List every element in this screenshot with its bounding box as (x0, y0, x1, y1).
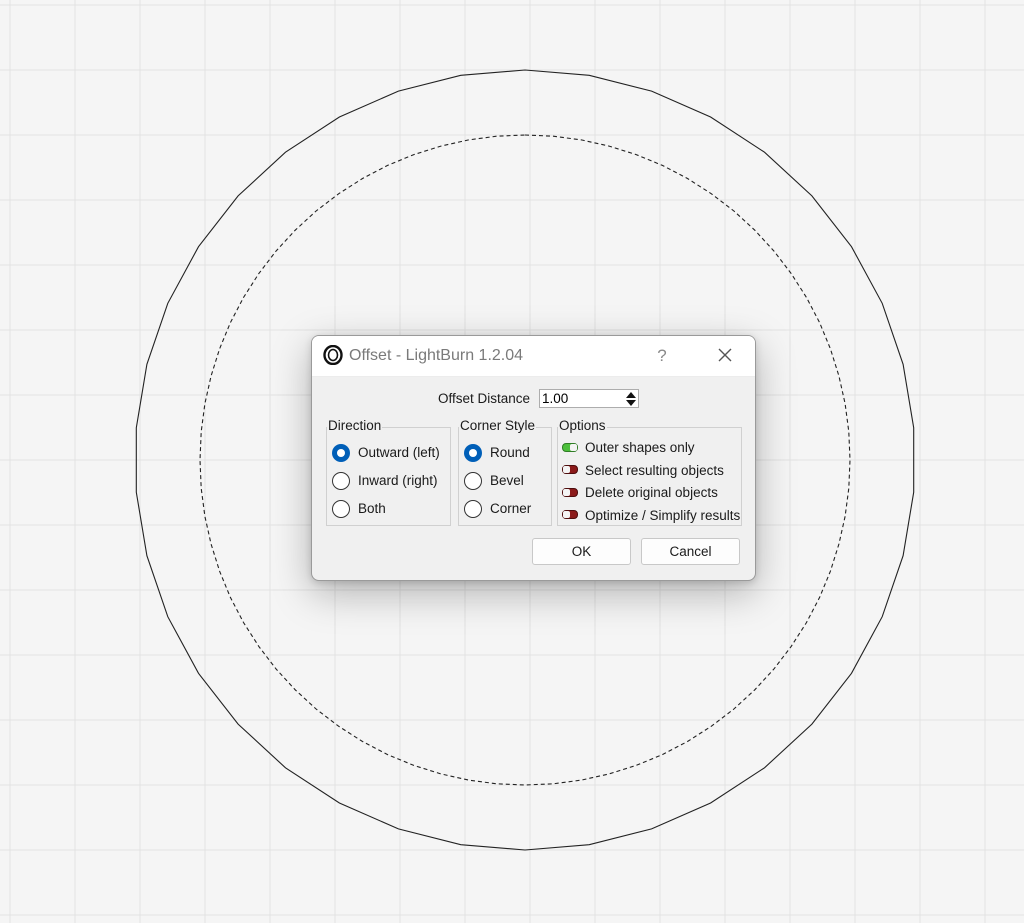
corner-round-radio[interactable] (464, 444, 482, 462)
corner-corner-label[interactable]: Corner (490, 501, 531, 516)
corner-corner-radio[interactable] (464, 500, 482, 518)
outer-shapes-only-toggle[interactable] (562, 443, 578, 452)
optimize-simplify-results-toggle[interactable] (562, 510, 578, 519)
close-icon[interactable] (712, 344, 738, 368)
direction-both-radio[interactable] (332, 500, 350, 518)
offset-dialog: Offset - LightBurn 1.2.04 ? Offset Dista… (311, 335, 756, 581)
optimize-simplify-results-label[interactable]: Optimize / Simplify results (585, 508, 740, 523)
cancel-button[interactable]: Cancel (641, 538, 740, 565)
spin-up-arrow-icon[interactable] (625, 391, 637, 399)
select-resulting-objects-toggle[interactable] (562, 465, 578, 474)
direction-both-label[interactable]: Both (358, 501, 386, 516)
corner-style-group-title: Corner Style (459, 418, 537, 433)
dialog-title: Offset - LightBurn 1.2.04 (349, 347, 524, 364)
corner-round-label[interactable]: Round (490, 445, 530, 460)
options-group-title: Options (558, 418, 607, 433)
select-resulting-objects-label[interactable]: Select resulting objects (585, 463, 724, 478)
delete-original-objects-label[interactable]: Delete original objects (585, 485, 718, 500)
offset-distance-input[interactable] (542, 391, 620, 406)
corner-bevel-label[interactable]: Bevel (490, 473, 524, 488)
dialog-titlebar[interactable]: Offset - LightBurn 1.2.04 ? (312, 336, 755, 377)
spin-down-arrow-icon[interactable] (625, 399, 637, 407)
offset-distance-spinbox[interactable] (539, 389, 639, 408)
direction-outward-label[interactable]: Outward (left) (358, 445, 440, 460)
direction-group-title: Direction (327, 418, 383, 433)
help-button[interactable]: ? (650, 345, 674, 367)
ok-button[interactable]: OK (532, 538, 631, 565)
outer-shapes-only-label[interactable]: Outer shapes only (585, 440, 695, 455)
corner-bevel-radio[interactable] (464, 472, 482, 490)
offset-distance-label: Offset Distance (438, 391, 531, 406)
direction-outward-radio[interactable] (332, 444, 350, 462)
lightburn-app-icon (323, 345, 343, 365)
direction-inward-label[interactable]: Inward (right) (358, 473, 438, 488)
delete-original-objects-toggle[interactable] (562, 488, 578, 497)
direction-inward-radio[interactable] (332, 472, 350, 490)
